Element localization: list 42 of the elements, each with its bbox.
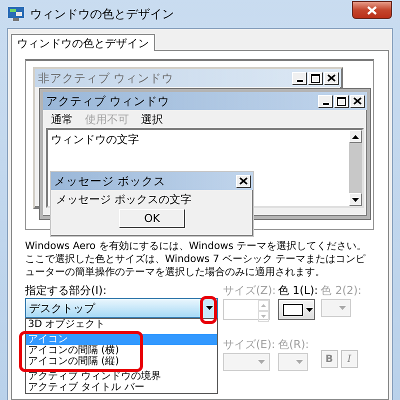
tab[interactable]: ウィンドウの色とデザイン: [11, 34, 155, 51]
scroll-up-icon: [352, 135, 359, 139]
description-text: Windows Aero を有効にするには、Windows テーマを選択してください。ここで選択した色とサイズは、Windows 7 ベーシック テーマまたはコンピューターの簡単操作のテーマを選択した場合のみに適用されます。: [25, 240, 368, 279]
color-label: 色 2(2):: [320, 283, 362, 297]
caret-icon: [296, 360, 304, 364]
item-label: 指定する部分(I):: [25, 283, 107, 297]
monitor-icon: [8, 7, 24, 21]
caret-icon: [258, 360, 265, 364]
size-label: サイズ(Z):: [223, 283, 276, 297]
scroll-down-icon: [352, 198, 359, 202]
list-option[interactable]: 3D オブジェクト: [26, 319, 217, 330]
caret-icon: [206, 306, 212, 310]
close-icon: [324, 72, 339, 84]
message-text: メッセージ ボックスの文字: [55, 192, 192, 208]
list-option[interactable]: アイコンの間隔 (横): [26, 345, 217, 356]
close-icon: [236, 174, 251, 188]
color-picker-button[interactable]: [278, 299, 316, 320]
color-label: 色 1(L):: [278, 283, 318, 297]
ok-button[interactable]: OK: [119, 209, 185, 228]
close-icon: [350, 94, 365, 108]
font-size-label: サイズ(E):: [223, 337, 276, 351]
item-dropdown[interactable]: デスクトップ: [25, 298, 218, 318]
maximize-icon: [334, 94, 349, 108]
maximize-icon: [308, 72, 323, 84]
spin-up-icon: [261, 304, 266, 307]
window-title: 非アクティブ ウィンドウ: [38, 70, 174, 86]
minimize-icon: [292, 72, 307, 84]
caret-icon: [338, 306, 346, 310]
spin-down-icon: [261, 315, 266, 318]
menu-item: 使用不可: [85, 112, 129, 127]
highlight-frame: [200, 296, 217, 324]
window-title: ウィンドウの色とデザイン: [30, 6, 175, 22]
close-icon: [367, 6, 377, 14]
caret-icon: [306, 308, 314, 312]
close-button[interactable]: [352, 1, 392, 19]
window-text: ウィンドウの文字: [51, 132, 139, 147]
font-color-label: 色(R):: [278, 337, 310, 351]
message-box-title: メッセージ ボックス: [54, 174, 166, 188]
list-option[interactable]: アクティブ タイトル バー: [26, 382, 217, 393]
list-option[interactable]: アイコンの間隔 (縦): [26, 356, 217, 367]
window-title: アクティブ ウィンドウ: [46, 94, 170, 108]
minimize-icon: [318, 94, 333, 108]
